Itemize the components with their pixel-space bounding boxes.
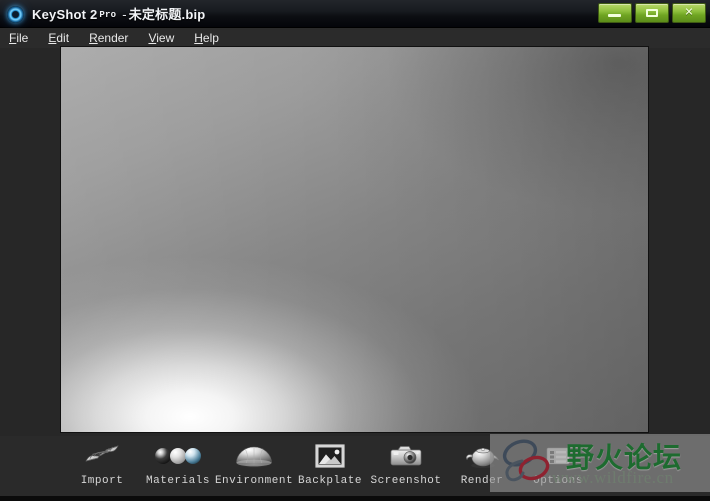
toolbar-button-backplate[interactable]: Backplate [292, 438, 368, 496]
toolbar-button-options[interactable]: Options [520, 438, 596, 496]
toolbar-label-render: Render [460, 475, 504, 487]
window-title-extension: .bip [181, 6, 206, 22]
window-title-app: KeyShot 2 [32, 6, 98, 22]
maximize-button[interactable] [635, 3, 669, 23]
camera-icon [388, 438, 424, 474]
menu-item-file-label: ile [16, 31, 29, 45]
close-icon: ✕ [684, 6, 694, 19]
menu-item-render[interactable]: Render [89, 31, 128, 45]
close-button[interactable]: ✕ [672, 3, 706, 23]
window-controls: ✕ [598, 3, 706, 23]
viewport-backdrop-sheen [61, 47, 648, 432]
toolbar-label-options: Options [533, 475, 583, 487]
menu-item-render-label: ender [97, 31, 129, 45]
options-gear-icon [542, 438, 574, 474]
toolbar-label-materials: Materials [146, 475, 210, 487]
menu-bar: File Edit Render View Help [0, 28, 710, 48]
toolbar-label-environment: Environment [214, 475, 294, 487]
window-title-document: 未定标题 [128, 6, 182, 22]
toolbar-label-import: Import [80, 475, 124, 487]
menu-item-help-label: elp [202, 31, 219, 45]
bottom-toolbar: Import Materials Environment Backplate S… [0, 436, 710, 496]
window-bottom-edge [0, 496, 710, 501]
menu-item-view[interactable]: View [148, 31, 174, 45]
toolbar-button-environment[interactable]: Environment [214, 438, 294, 496]
minimize-button[interactable] [598, 3, 632, 23]
backplate-image-icon [313, 438, 347, 474]
menu-item-help[interactable]: Help [194, 31, 219, 45]
toolbar-label-backplate: Backplate [298, 475, 362, 487]
menu-item-view-label: iew [156, 31, 175, 45]
toolbar-label-screenshot: Screenshot [370, 475, 442, 487]
title-bar: KeyShot 2 Pro - 未定标题.bip ✕ [0, 0, 710, 28]
menu-item-file[interactable]: File [9, 31, 28, 45]
render-viewport[interactable] [61, 47, 648, 432]
keyshot-application-window: KeyShot 2 Pro - 未定标题.bip ✕ File Edit Render… [0, 0, 710, 501]
menu-item-edit[interactable]: Edit [48, 31, 69, 45]
menu-item-edit-label: dit [56, 31, 70, 45]
title-bar-left: KeyShot 2 Pro - 未定标题.bip [7, 3, 205, 25]
toolbar-button-materials[interactable]: Materials [140, 438, 216, 496]
material-spheres-icon [154, 438, 202, 474]
window-title-edition: Pro [99, 9, 117, 20]
window-title-dash: - [122, 6, 127, 22]
toolbar-button-screenshot[interactable]: Screenshot [368, 438, 444, 496]
window-title: KeyShot 2 Pro - 未定标题.bip [32, 6, 205, 23]
menu-item-render-accel: R [89, 31, 98, 45]
environment-dome-icon [233, 438, 275, 474]
keyshot-orb-icon [7, 5, 24, 23]
teapot-icon [460, 438, 504, 474]
menu-item-help-accel: H [194, 31, 203, 45]
import-mesh-icon [83, 438, 121, 474]
toolbar-button-render[interactable]: Render [444, 438, 520, 496]
toolbar-button-import[interactable]: Import [64, 438, 140, 496]
